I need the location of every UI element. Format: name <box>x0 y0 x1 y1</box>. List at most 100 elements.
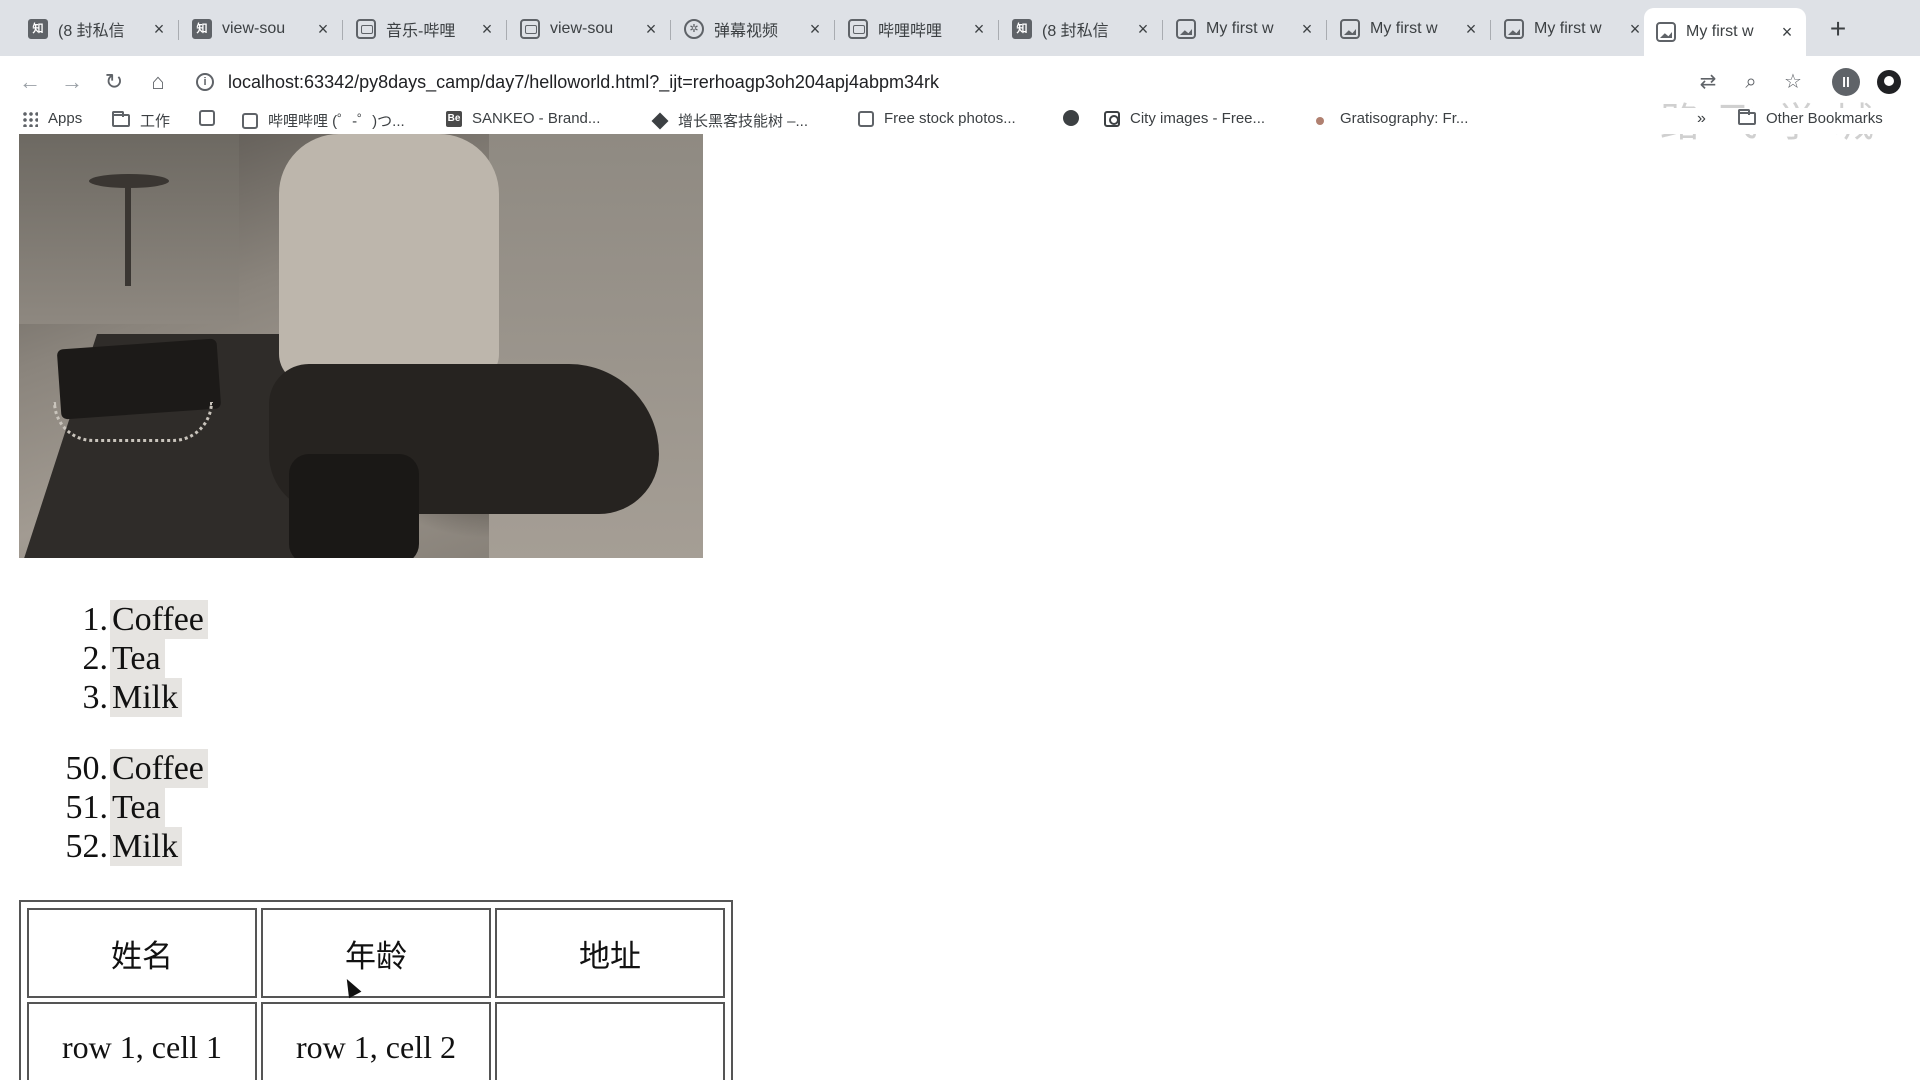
browser-tab[interactable]: 哔哩哔哩 × <box>836 10 998 48</box>
bookmark-label: 工作 <box>140 113 171 130</box>
bookmark-sankeo[interactable]: Be SANKEO - Brand... <box>446 110 600 127</box>
tab-title: 弹幕视频 <box>714 23 779 40</box>
bookmark-gratisography[interactable]: Gratisography: Fr... <box>1316 110 1468 127</box>
bookmark-label: 增长黑客技能树 –... <box>678 113 809 130</box>
bookmark-star-icon[interactable]: ☆ <box>1779 68 1807 96</box>
site-info-icon[interactable]: i <box>196 73 214 91</box>
address-url: localhost:63342/py8days_camp/day7/hellow… <box>228 71 939 92</box>
page-content: 1. Coffee 2. Tea 3. Milk 50. Coffee 51. … <box>0 134 1920 1080</box>
home-icon[interactable]: ⌂ <box>142 66 174 98</box>
tab-title: My first w <box>1370 20 1438 37</box>
paw-icon: ✲ <box>684 19 704 39</box>
image-icon <box>1504 19 1524 39</box>
browser-tab[interactable]: 知 (8 封私信 × <box>16 10 178 48</box>
table-row: row 1, cell 1 row 1, cell 2 <box>27 1002 725 1080</box>
bilibili-icon <box>356 19 376 39</box>
browser-tab[interactable]: 知 (8 封私信 × <box>1000 10 1162 48</box>
browser-tab[interactable]: 音乐-哔哩 × <box>344 10 506 48</box>
bookmark-label: SANKEO - Brand... <box>472 110 601 127</box>
bookmark-item[interactable] <box>199 110 225 126</box>
bookmarks-overflow-chevron-icon[interactable]: » <box>1697 110 1706 128</box>
tab-title: 哔哩哔哩 <box>878 23 943 40</box>
tab-separator <box>998 20 999 40</box>
back-arrow-icon[interactable]: ← <box>14 66 46 98</box>
bookmark-bilibili[interactable]: 哔哩哔哩 (゜-゜)つ... <box>242 110 405 131</box>
browser-tab[interactable]: My first w × <box>1328 10 1490 48</box>
bookmark-folder-work[interactable]: 工作 <box>112 110 170 131</box>
browser-tab[interactable]: My first w × <box>1164 10 1326 48</box>
bilibili-icon <box>242 112 258 129</box>
tab-title: 音乐-哔哩 <box>386 23 456 40</box>
browser-tab-active[interactable]: My first w × <box>1644 8 1806 56</box>
close-tab-icon[interactable]: × <box>1626 19 1644 40</box>
list-text: Tea <box>110 639 165 678</box>
close-tab-icon[interactable]: × <box>314 19 332 40</box>
browser-tab[interactable]: 知 view-sou × <box>180 10 342 48</box>
tab-separator <box>342 20 343 40</box>
translate-icon[interactable]: ⇄ <box>1694 68 1722 96</box>
bookmark-label: Gratisography: Fr... <box>1340 110 1469 127</box>
close-tab-icon[interactable]: × <box>806 19 824 40</box>
bookmark-city-images[interactable]: City images - Free... <box>1104 110 1265 127</box>
close-tab-icon[interactable]: × <box>1778 22 1796 43</box>
list-text: Coffee <box>110 749 208 788</box>
photo-image <box>19 134 703 558</box>
browser-toolbar: ← → ↻ ⌂ i localhost:63342/py8days_camp/d… <box>0 56 1920 146</box>
list-text: Tea <box>110 788 165 827</box>
close-tab-icon[interactable]: × <box>1462 19 1480 40</box>
close-tab-icon[interactable]: × <box>1134 19 1152 40</box>
list-number: 1. <box>82 601 109 638</box>
tab-title: (8 封私信 <box>58 23 125 40</box>
table-cell: row 1, cell 1 <box>27 1002 257 1080</box>
tab-separator <box>834 20 835 40</box>
bookmark-label: Apps <box>48 110 83 127</box>
bookmarks-bar: Apps 工作 哔哩哔哩 (゜-゜)つ... Be SANKEO - Brand… <box>0 108 1920 134</box>
apps-grid-icon <box>22 110 38 127</box>
browser-tab[interactable]: view-sou × <box>508 10 670 48</box>
close-tab-icon[interactable]: × <box>642 19 660 40</box>
close-tab-icon[interactable]: × <box>1298 19 1316 40</box>
list-number: 52. <box>65 828 109 865</box>
tab-title: My first w <box>1206 20 1274 37</box>
dot-icon <box>1316 116 1324 125</box>
table-header-age: 年龄 <box>261 908 491 998</box>
browser-tab[interactable]: My first w × <box>1492 10 1654 48</box>
close-tab-icon[interactable]: × <box>970 19 988 40</box>
list-number: 50. <box>65 750 109 787</box>
address-bar[interactable]: i localhost:63342/py8days_camp/day7/hell… <box>196 62 1636 102</box>
camera-icon <box>1104 110 1120 127</box>
tab-title: My first w <box>1534 20 1602 37</box>
table-header-address: 地址 <box>495 908 725 998</box>
behance-icon: Be <box>446 110 462 127</box>
forward-arrow-icon[interactable]: → <box>56 66 88 98</box>
reload-icon[interactable]: ↻ <box>98 66 130 98</box>
image-icon <box>1176 19 1196 39</box>
profile-avatar[interactable]: ll <box>1832 68 1860 96</box>
image-icon <box>1656 22 1676 42</box>
zoom-icon[interactable]: ⌕ <box>1737 68 1765 96</box>
image-icon <box>1340 19 1360 39</box>
close-tab-icon[interactable]: × <box>150 19 168 40</box>
bookmark-label: 哔哩哔哩 (゜-゜)つ... <box>268 113 405 130</box>
bookmark-globe[interactable] <box>1063 110 1089 126</box>
browser-tab[interactable]: ✲ 弹幕视频 × <box>672 10 834 48</box>
tab-separator <box>1162 20 1163 40</box>
tab-separator <box>178 20 179 40</box>
globe-icon <box>1063 110 1079 126</box>
table-header-row: 姓名 年龄 地址 <box>27 908 725 998</box>
list-number: 51. <box>65 789 109 826</box>
bookmark-label: City images - Free... <box>1130 110 1266 127</box>
close-tab-icon[interactable]: × <box>478 19 496 40</box>
new-tab-button[interactable]: + <box>1822 14 1854 46</box>
extension-icon[interactable] <box>1877 70 1901 94</box>
bookmark-free-stock[interactable]: Free stock photos... <box>858 110 1016 127</box>
bookmark-apps[interactable]: Apps <box>22 110 82 127</box>
other-bookmarks[interactable]: Other Bookmarks <box>1738 109 1883 127</box>
tab-title: view-sou <box>222 20 286 37</box>
tab-title: My first w <box>1686 23 1754 40</box>
table-header-name: 姓名 <box>27 908 257 998</box>
tab-title: view-sou <box>550 20 614 37</box>
bookmark-growth-hacker[interactable]: 增长黑客技能树 –... <box>651 110 809 131</box>
tab-separator <box>670 20 671 40</box>
list-text: Coffee <box>110 600 208 639</box>
